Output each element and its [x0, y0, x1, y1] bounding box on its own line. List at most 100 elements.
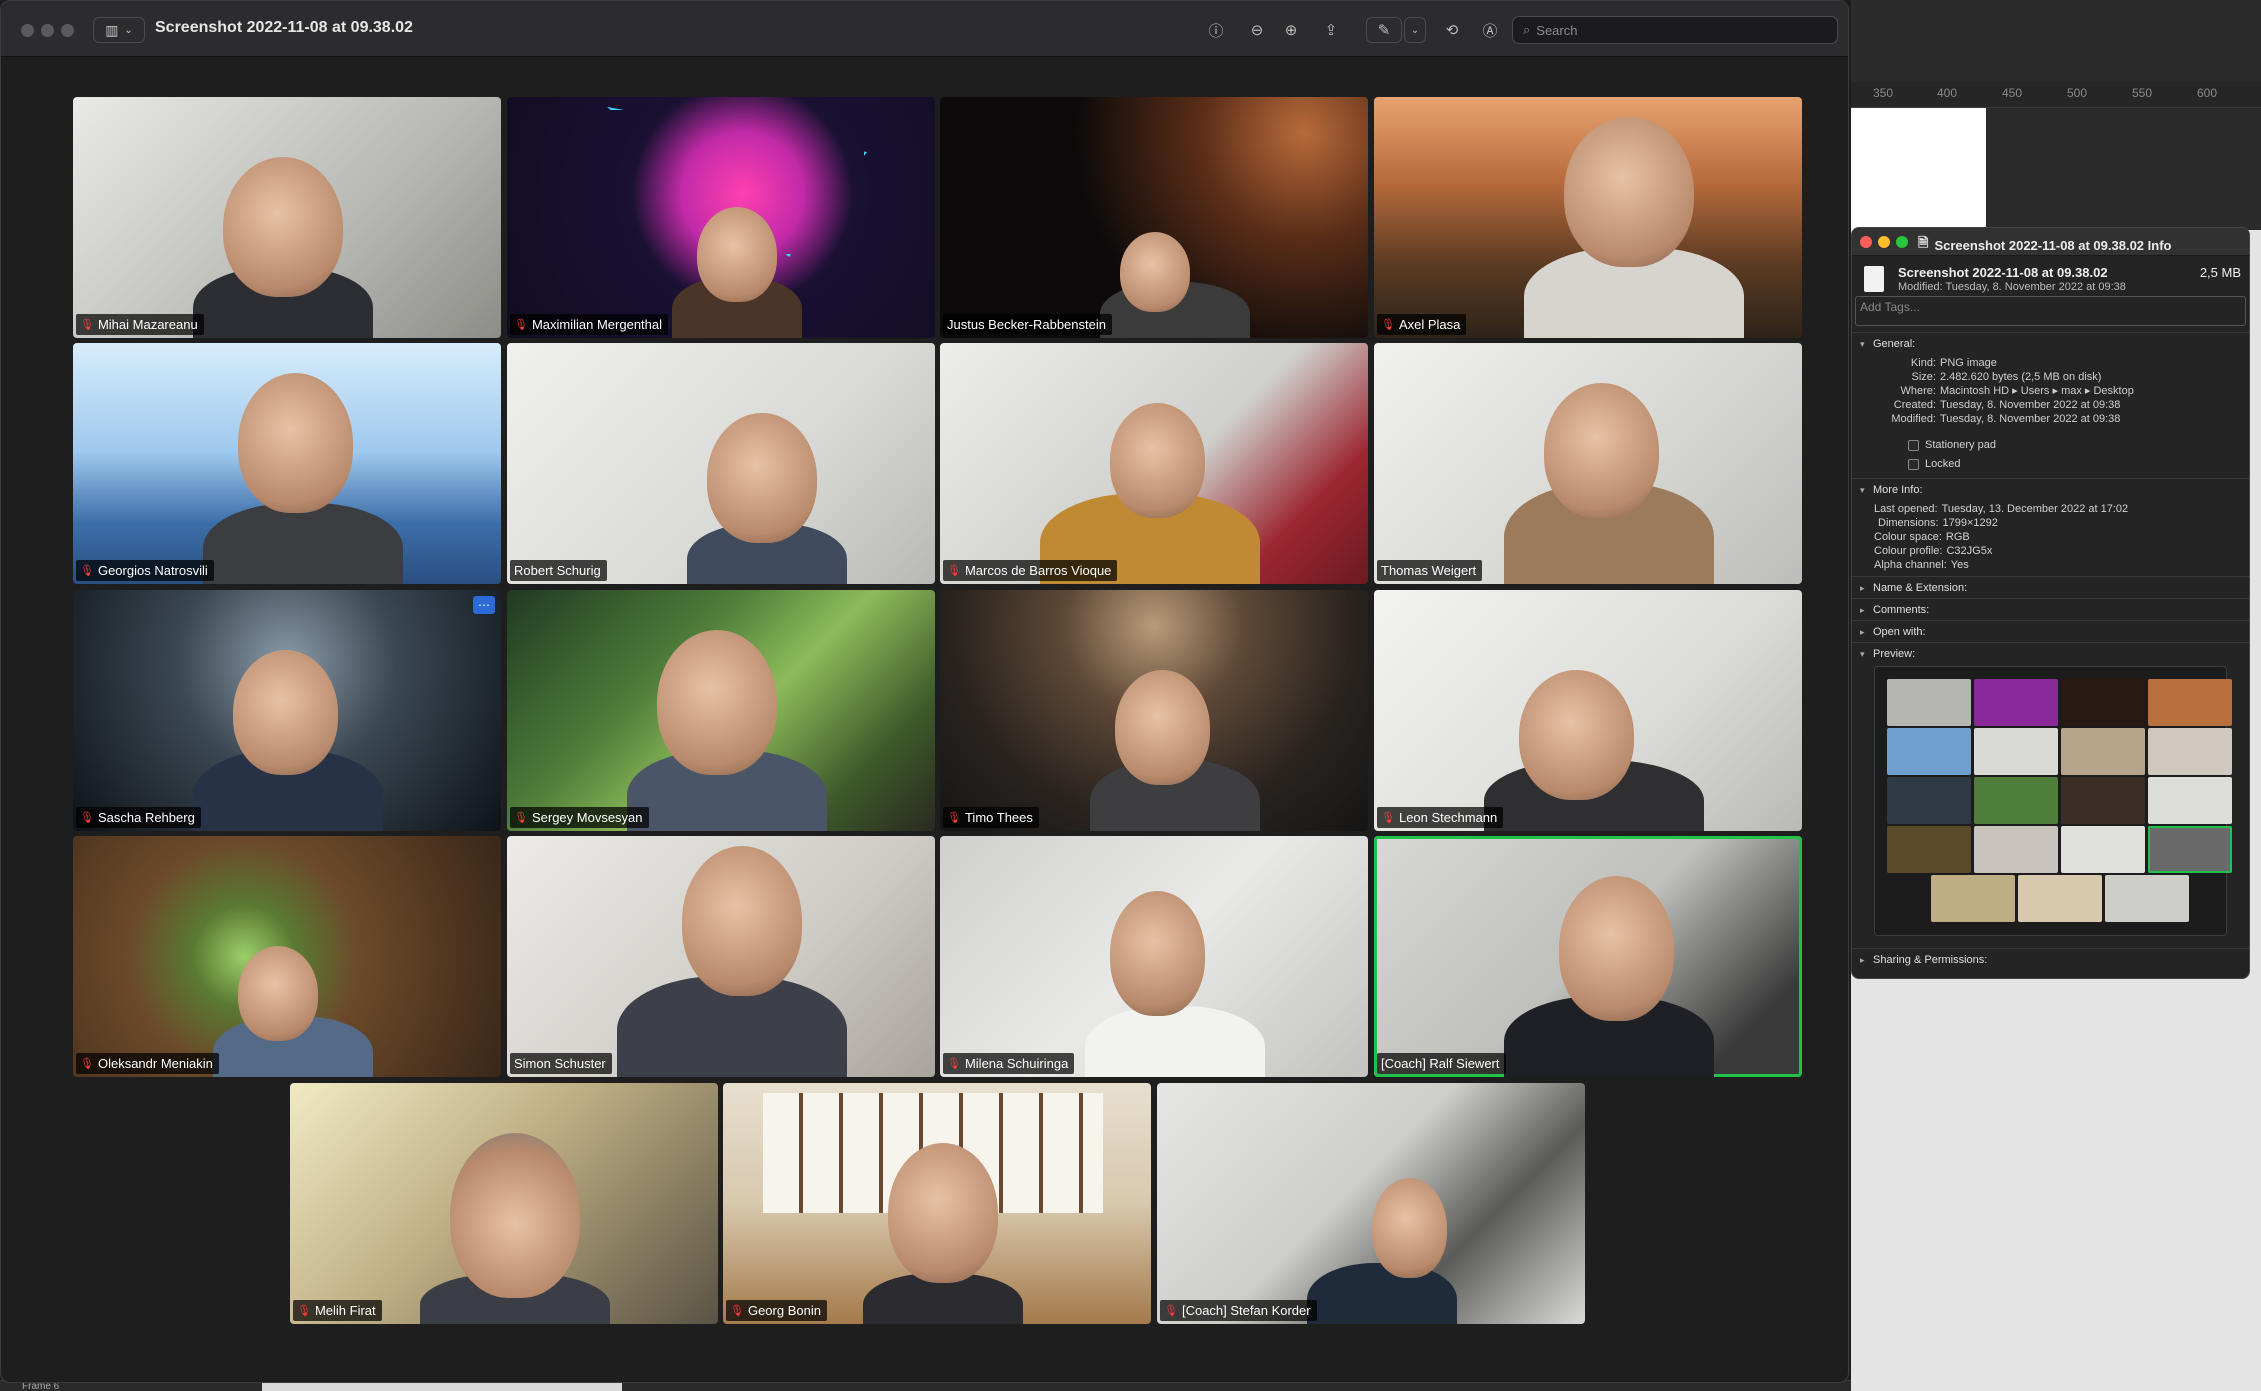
- participant-face: [707, 413, 817, 543]
- section-label: Open with:: [1873, 626, 1926, 638]
- more-info-header[interactable]: ▾ More Info:: [1860, 484, 2241, 496]
- participant-face: [1544, 383, 1659, 518]
- video-tile[interactable]: ⋯ 🎙 Sascha Rehberg: [73, 590, 501, 831]
- participant-face: [1564, 117, 1694, 267]
- minimize-info-button[interactable]: [1878, 236, 1890, 248]
- rotate-button[interactable]: ⟲: [1437, 17, 1467, 43]
- file-size: 2,5 MB: [2199, 265, 2241, 280]
- name-extension-section[interactable]: ▸ Name & Extension:: [1852, 576, 2249, 598]
- video-tile[interactable]: Thomas Weigert: [1374, 343, 1802, 584]
- markup-button[interactable]: ✎: [1366, 17, 1402, 43]
- search-input[interactable]: [1536, 22, 1817, 38]
- zoom-window-button[interactable]: [61, 24, 74, 37]
- markup-menu-button[interactable]: ⌄: [1404, 17, 1426, 43]
- info-row: Colour profile: C32JG5x: [1874, 544, 2241, 558]
- video-tile[interactable]: 🎙 Georgios Natrosvili: [73, 343, 501, 584]
- search-field[interactable]: ⌕: [1512, 16, 1838, 44]
- sharing-permissions-section[interactable]: ▸ Sharing & Permissions:: [1852, 948, 2249, 970]
- share-button[interactable]: ⇪: [1316, 17, 1346, 43]
- thumb-tile: [1887, 777, 1971, 824]
- video-tile[interactable]: 🎙 Leon Stechmann: [1374, 590, 1802, 831]
- tags-field[interactable]: Add Tags...: [1855, 296, 2246, 326]
- mic-muted-icon: 🎙: [80, 1058, 94, 1070]
- name-tag: 🎙 Oleksandr Meniakin: [76, 1053, 219, 1074]
- participant-name: Axel Plasa: [1398, 317, 1461, 332]
- info-value: C32JG5x: [1946, 545, 1993, 557]
- participant-body: [1085, 1006, 1265, 1077]
- name-tag: 🎙 Georgios Natrosvili: [76, 560, 214, 581]
- video-tile[interactable]: 🎙 Axel Plasa: [1374, 97, 1802, 338]
- thumb-tile: [2105, 875, 2189, 922]
- info-button[interactable]: ⓘ: [1201, 17, 1231, 43]
- video-tile[interactable]: 🎙 [Coach] Stefan Korder: [1157, 1083, 1585, 1324]
- thumb-tile: [1887, 728, 1971, 775]
- participant-name: Mihai Mazareanu: [97, 317, 198, 332]
- info-value: Yes: [1950, 559, 1969, 571]
- video-tile[interactable]: 🎙 Melih Firat: [290, 1083, 718, 1324]
- participant-name: Georgios Natrosvili: [97, 563, 208, 578]
- chevron-right-icon: ▸: [1860, 954, 1865, 965]
- participant-name: Georg Bonin: [747, 1303, 821, 1318]
- video-tile[interactable]: Simon Schuster: [507, 836, 935, 1077]
- more-options-button[interactable]: ⋯: [473, 596, 495, 614]
- info-key: Last opened:: [1874, 503, 1938, 515]
- ruler-tick: 450: [2002, 86, 2023, 100]
- preview-header[interactable]: ▾ Preview:: [1860, 648, 2241, 660]
- info-key: Where:: [1900, 385, 1936, 397]
- video-tile[interactable]: 🎙 Milena Schuiringa: [940, 836, 1368, 1077]
- video-tile[interactable]: 🎙 Oleksandr Meniakin: [73, 836, 501, 1077]
- checkbox-box: [1908, 440, 1919, 451]
- name-tag: 🎙 Leon Stechmann: [1377, 807, 1504, 828]
- participant-name: Timo Thees: [964, 810, 1033, 825]
- participant-name: Milena Schuiringa: [964, 1056, 1069, 1071]
- video-tile[interactable]: 🎙 Georg Bonin: [723, 1083, 1151, 1324]
- close-window-button[interactable]: [21, 24, 34, 37]
- video-tile[interactable]: 🎙 Maximilian Mergenthal: [507, 97, 935, 338]
- sidebar-toggle-button[interactable]: ▥ ⌄: [93, 17, 145, 43]
- video-tile[interactable]: 🎙 Timo Thees: [940, 590, 1368, 831]
- video-tile[interactable]: 🎙 Mihai Mazareanu: [73, 97, 501, 338]
- video-tile[interactable]: 🎙 Marcos de Barros Vioque: [940, 343, 1368, 584]
- general-section: ▾ General: Kind: PNG image Size: 2.482.620 …: [1852, 332, 2249, 478]
- close-info-button[interactable]: [1860, 236, 1872, 248]
- participant-name: Robert Schurig: [514, 563, 601, 578]
- open-with-section[interactable]: ▸ Open with:: [1852, 620, 2249, 642]
- participant-face: [657, 630, 777, 775]
- general-header[interactable]: ▾ General:: [1860, 338, 2241, 350]
- name-tag: 🎙 Sergey Movsesyan: [510, 807, 649, 828]
- search-icon: ⌕: [1523, 22, 1531, 37]
- artboard[interactable]: [1851, 108, 1986, 230]
- participant-name: Simon Schuster: [514, 1056, 606, 1071]
- info-panel: 🗎 Screenshot 2022-11-08 at 09.38.02 Info…: [1851, 227, 2250, 979]
- thumb-tile: [2061, 728, 2145, 775]
- video-tile-active-speaker[interactable]: [Coach] Ralf Siewert: [1374, 836, 1802, 1077]
- info-row: Kind: PNG image: [1870, 356, 2241, 370]
- zoom-info-button[interactable]: [1896, 236, 1908, 248]
- minimize-window-button[interactable]: [41, 24, 54, 37]
- mic-muted-icon: 🎙: [947, 1058, 961, 1070]
- video-tile[interactable]: Justus Becker-Rabbenstein: [940, 97, 1368, 338]
- info-icon: ⓘ: [1208, 22, 1224, 40]
- section-label: General:: [1873, 338, 1916, 350]
- comments-section[interactable]: ▸ Comments:: [1852, 598, 2249, 620]
- participant-name: Oleksandr Meniakin: [97, 1056, 213, 1071]
- participant-name: Justus Becker-Rabbenstein: [947, 317, 1106, 332]
- participant-face: [1559, 876, 1674, 1021]
- ruler-tick: 550: [2132, 86, 2153, 100]
- video-tile[interactable]: Robert Schurig: [507, 343, 935, 584]
- zoom-out-icon: ⊖: [1250, 22, 1264, 39]
- info-title-text: Screenshot 2022-11-08 at 09.38.02 Info: [1934, 237, 2172, 253]
- participant-name: Marcos de Barros Vioque: [964, 563, 1112, 578]
- annotate-button[interactable]: Ⓐ: [1475, 17, 1505, 43]
- chevron-right-icon: ▸: [1860, 604, 1865, 615]
- video-tile[interactable]: 🎙 Sergey Movsesyan: [507, 590, 935, 831]
- stationery-pad-checkbox[interactable]: Stationery pad: [1908, 436, 2241, 455]
- info-key: Modified:: [1891, 413, 1936, 425]
- zoom-in-button[interactable]: ⊕: [1276, 17, 1306, 43]
- locked-checkbox[interactable]: Locked: [1908, 455, 2241, 474]
- info-key: Created:: [1893, 399, 1936, 411]
- zoom-out-button[interactable]: ⊖: [1242, 17, 1272, 43]
- info-row: Size: 2.482.620 bytes (2,5 MB on disk): [1870, 370, 2241, 384]
- mic-muted-icon: 🎙: [1381, 812, 1395, 824]
- info-value: PNG image: [1940, 357, 1997, 369]
